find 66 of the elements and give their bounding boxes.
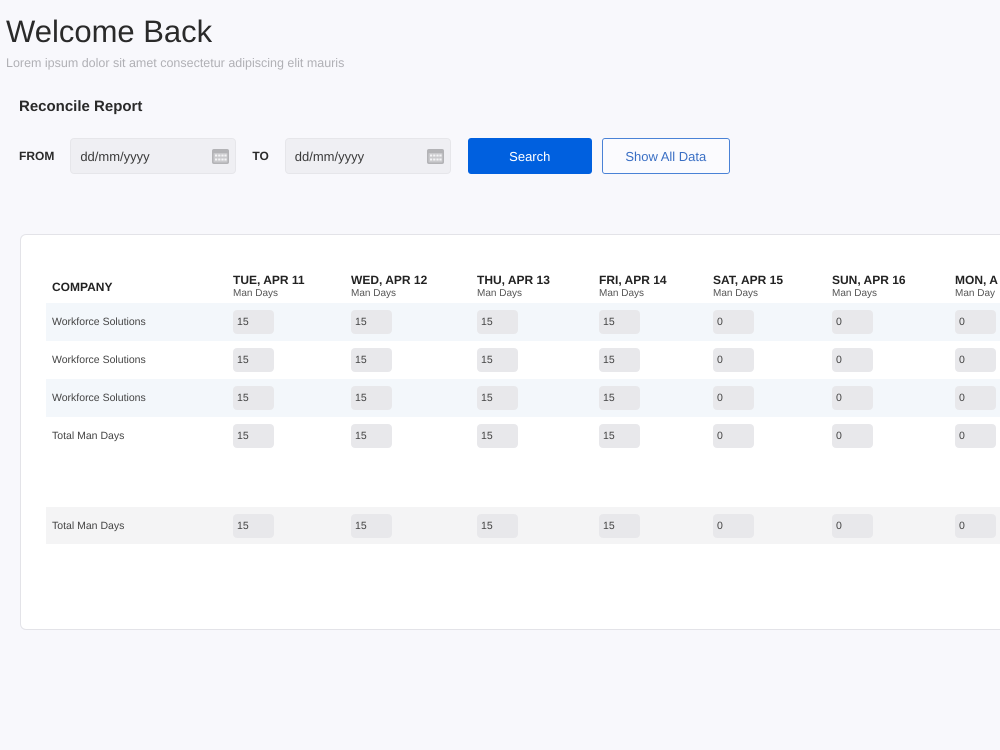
man-days-field[interactable]: 0 <box>713 386 754 410</box>
man-days-field[interactable]: 15 <box>477 348 518 372</box>
man-days-field[interactable]: 15 <box>599 348 640 372</box>
filter-label: FROM <box>19 149 54 163</box>
man-days-field[interactable]: 0 <box>832 348 873 372</box>
column-header: FRI, APR 14 <box>599 273 667 287</box>
column-subheader: Man Days <box>599 287 644 300</box>
man-days-field[interactable]: 0 <box>832 310 873 334</box>
man-days-field[interactable]: 15 <box>233 310 274 334</box>
man-days-field[interactable]: 0 <box>713 348 754 372</box>
man-days-field[interactable]: 15 <box>599 424 640 448</box>
man-days-field[interactable]: 0 <box>713 310 754 334</box>
man-days-field[interactable]: 15 <box>599 514 640 538</box>
man-days-field[interactable]: 0 <box>955 348 996 372</box>
date-field[interactable]: dd/mm/yyyy <box>70 138 236 174</box>
row-label: Workforce Solutions <box>51 316 146 328</box>
search-button[interactable]: Search <box>468 138 592 174</box>
column-header: WED, APR 12 <box>351 273 428 287</box>
column-header: SAT, APR 15 <box>713 273 784 287</box>
page-subtitle: Lorem ipsum dolor sit amet consectetur adipiscing elit mauris <box>6 55 344 71</box>
man-days-field[interactable]: 15 <box>233 386 274 410</box>
man-days-field[interactable]: 15 <box>599 310 640 334</box>
column-subheader: Man Days <box>233 287 278 300</box>
man-days-field[interactable]: 15 <box>351 424 392 448</box>
column-subheader: Man Days <box>351 287 396 300</box>
column-header: TUE, APR 11 <box>233 273 305 287</box>
man-days-field[interactable]: 0 <box>713 424 754 448</box>
row-label: Total Man Days <box>51 520 124 532</box>
row-label: Workforce Solutions <box>51 354 146 366</box>
man-days-field[interactable]: 0 <box>955 514 996 538</box>
man-days-field[interactable]: 15 <box>351 310 392 334</box>
man-days-field[interactable]: 15 <box>233 348 274 372</box>
man-days-field[interactable]: 15 <box>351 386 392 410</box>
show-all-button[interactable]: Show All Data <box>602 138 730 174</box>
man-days-field[interactable]: 15 <box>351 348 392 372</box>
calendar-icon <box>426 148 444 164</box>
column-header: SUN, APR 16 <box>832 273 906 287</box>
column-header: MON, A <box>955 273 998 287</box>
man-days-field[interactable]: 15 <box>477 424 518 448</box>
calendar-icon <box>212 148 230 164</box>
man-days-field[interactable]: 0 <box>832 386 873 410</box>
man-days-field[interactable]: 0 <box>713 514 754 538</box>
column-subheader: Man Days <box>477 287 522 300</box>
man-days-field[interactable]: 15 <box>233 424 274 448</box>
column-header: THU, APR 13 <box>477 273 550 287</box>
date-field[interactable]: dd/mm/yyyy <box>284 138 451 174</box>
row-label: Workforce Solutions <box>51 392 146 404</box>
column-subheader: Man Days <box>832 287 878 300</box>
man-days-field[interactable]: 15 <box>233 514 274 538</box>
filter-label: TO <box>252 149 269 163</box>
man-days-field[interactable]: 0 <box>832 424 873 448</box>
man-days-field[interactable]: 0 <box>832 514 873 538</box>
man-days-field[interactable]: 0 <box>955 310 996 334</box>
man-days-field[interactable]: 0 <box>955 424 996 448</box>
man-days-field[interactable]: 15 <box>477 386 518 410</box>
row-label: Total Man Days <box>51 430 124 442</box>
man-days-field[interactable]: 15 <box>351 514 392 538</box>
man-days-field[interactable]: 15 <box>477 310 518 334</box>
column-subheader: Man Days <box>713 287 758 300</box>
column-header: COMPANY <box>51 280 114 294</box>
man-days-field[interactable]: 15 <box>477 514 518 538</box>
column-subheader: Man Day <box>955 287 996 300</box>
man-days-field[interactable]: 15 <box>599 386 640 410</box>
section-title: Reconcile Report <box>19 97 142 117</box>
page-title: Welcome Back <box>6 14 212 50</box>
man-days-field[interactable]: 0 <box>955 386 996 410</box>
